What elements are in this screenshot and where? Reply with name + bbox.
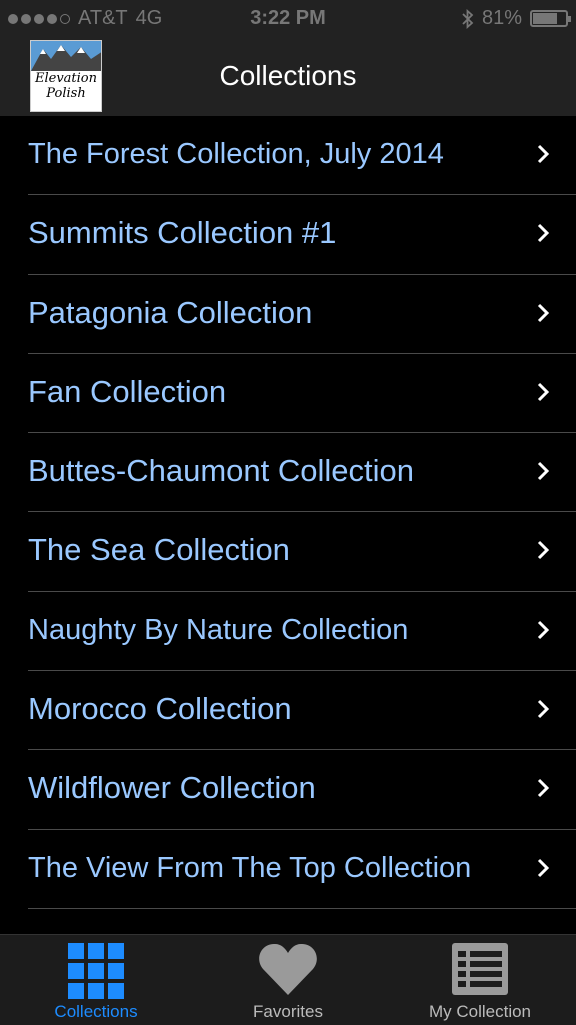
list-item[interactable]: Patagonia Collection bbox=[28, 275, 576, 354]
heart-icon bbox=[259, 943, 317, 995]
chevron-right-icon bbox=[537, 700, 550, 719]
list-item[interactable]: The View From The Top Collection bbox=[28, 830, 576, 909]
chevron-right-icon bbox=[537, 224, 550, 243]
page-title: Collections bbox=[219, 60, 357, 91]
list-item-label: Summits Collection #1 bbox=[28, 215, 337, 251]
list-item-label: The Forest Collection, July 2014 bbox=[28, 138, 444, 170]
list-item[interactable]: Morocco Collection bbox=[28, 671, 576, 751]
bluetooth-icon bbox=[462, 8, 474, 29]
chevron-right-icon bbox=[537, 620, 550, 639]
chevron-right-icon bbox=[537, 462, 550, 481]
tab-my-collection[interactable]: My Collection bbox=[384, 935, 576, 1025]
chevron-right-icon bbox=[537, 858, 550, 877]
chevron-right-icon bbox=[537, 779, 550, 798]
chevron-right-icon bbox=[537, 144, 550, 164]
list-item-label: The View From The Top Collection bbox=[28, 851, 472, 884]
chevron-right-icon bbox=[537, 382, 550, 401]
list-item[interactable]: The Sea Collection bbox=[28, 512, 576, 592]
list-item[interactable]: The Forest Collection, July 2014 bbox=[28, 116, 576, 196]
list-item-label: Fan Collection bbox=[28, 373, 227, 409]
list-item[interactable]: Wildflower Collection bbox=[28, 750, 576, 830]
tab-label: Favorites bbox=[253, 1002, 323, 1021]
list-item-label: Buttes-Chaumont Collection bbox=[28, 453, 414, 489]
list-item-label: Wildflower Collection bbox=[28, 770, 316, 806]
tab-favorites[interactable]: Favorites bbox=[192, 935, 384, 1025]
battery-percent: 81% bbox=[481, 7, 522, 29]
list-item-label: Naughty By Nature Collection bbox=[28, 613, 409, 646]
battery-icon bbox=[530, 10, 571, 27]
tab-label: My Collection bbox=[428, 1002, 532, 1021]
chevron-right-icon bbox=[537, 303, 550, 322]
tab-label: Collections bbox=[54, 1002, 138, 1021]
list-item-label: The Sea Collection bbox=[28, 532, 290, 568]
tab-bar: Collections Favorites My Collection bbox=[0, 934, 576, 1025]
tab-collections[interactable]: Collections bbox=[0, 935, 192, 1025]
list-item[interactable]: Buttes-Chaumont Collection bbox=[28, 433, 576, 513]
status-right: 81% bbox=[462, 7, 571, 30]
list-item[interactable]: Summits Collection #1 bbox=[28, 195, 576, 275]
list-item-label: Patagonia Collection bbox=[28, 294, 313, 330]
list-icon bbox=[452, 943, 508, 995]
list-item[interactable]: Fan Collection bbox=[28, 354, 576, 434]
nav-bar: Elevation Polish Collections bbox=[0, 38, 576, 116]
grid-icon bbox=[68, 943, 124, 999]
list-item[interactable]: Naughty By Nature Collection bbox=[28, 592, 576, 672]
chevron-right-icon bbox=[537, 541, 550, 560]
status-bar: AT&T 4G 3:22 PM 81% bbox=[0, 0, 576, 38]
collections-list: The Forest Collection, July 2014 Summits… bbox=[0, 116, 576, 909]
list-item-label: Morocco Collection bbox=[28, 691, 292, 727]
